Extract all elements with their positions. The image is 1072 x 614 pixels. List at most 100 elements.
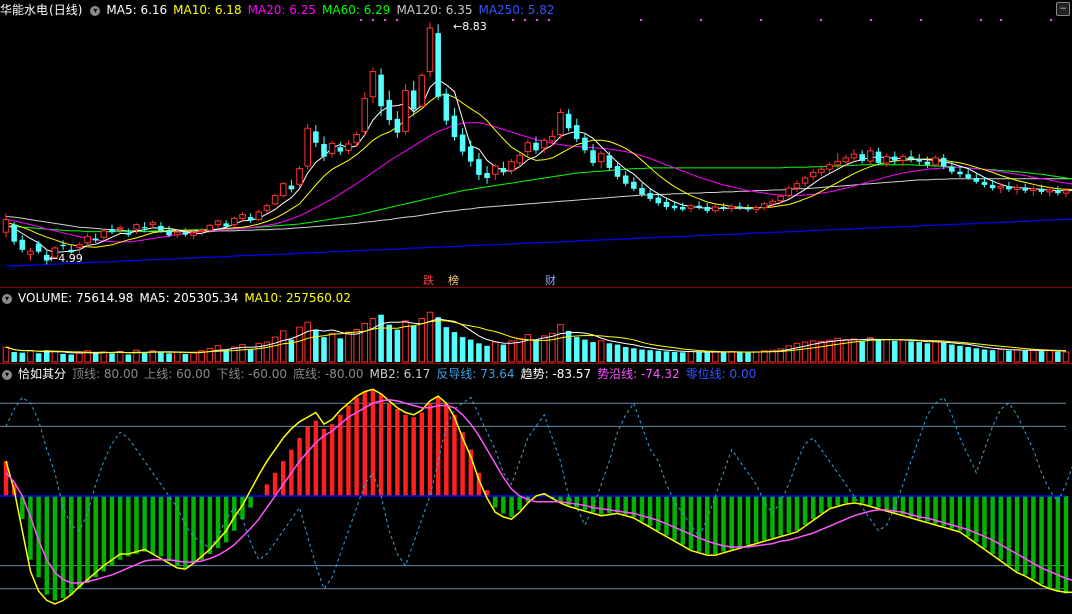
signal-marker — [870, 19, 872, 21]
separator-volume-indicator — [0, 363, 1072, 364]
candle-body — [809, 171, 817, 178]
candle-body — [1062, 190, 1070, 194]
volume-bar — [834, 337, 841, 363]
candle-body — [965, 174, 971, 179]
volume-bar — [687, 350, 695, 363]
volume-bar — [484, 345, 490, 362]
candle-body — [785, 187, 793, 197]
signal-marker — [396, 19, 398, 21]
indicator-name: 恰如其分 — [18, 367, 67, 381]
volume-bar — [1013, 349, 1021, 363]
candle-body — [279, 183, 287, 197]
volume-bar — [720, 352, 727, 362]
volume-bar — [614, 344, 621, 362]
signal-marker — [700, 19, 702, 21]
trend-follow-line — [5, 398, 1072, 584]
candle-body — [369, 71, 377, 98]
candle-body — [940, 157, 947, 167]
candle-body — [60, 244, 66, 247]
candle-body — [949, 166, 955, 172]
candle-body — [378, 74, 384, 107]
volume-bar — [173, 351, 181, 363]
candle-body — [271, 195, 279, 205]
candle-body — [476, 159, 482, 175]
candle-body — [524, 142, 532, 153]
volume-bar — [940, 342, 947, 362]
signal-marker — [1000, 19, 1002, 21]
ma250-line — [5, 218, 1072, 267]
chart-stage[interactable]: 华能水电(日线) ▾ MA5: 6.16 MA10: 6.18 MA20: 6.25 MA… — [0, 0, 1072, 614]
volume-bar — [223, 350, 229, 362]
volume-bar — [989, 350, 996, 362]
candle-body — [1030, 188, 1037, 192]
event-marker-3-text: 财 — [545, 274, 556, 287]
candle-body — [451, 115, 458, 138]
collapse-button[interactable]: − — [1056, 2, 1070, 16]
volume-bar — [418, 317, 426, 363]
candle-body — [337, 147, 344, 152]
candle-body — [141, 227, 148, 229]
candle-body — [737, 206, 743, 209]
volume-bar — [573, 337, 580, 362]
volume-bar — [606, 343, 613, 362]
volume-bar — [663, 351, 670, 362]
candle-body — [288, 185, 295, 190]
candle-body — [1022, 187, 1029, 191]
volume-settings-icon[interactable]: ▾ — [2, 293, 12, 304]
ma120-line — [5, 178, 1072, 233]
settings-icon[interactable]: ▾ — [90, 5, 101, 16]
candle-body — [924, 161, 931, 165]
volume-bar — [565, 330, 572, 362]
volume-bar — [141, 352, 148, 362]
signal-marker — [760, 19, 762, 21]
volume-bar — [35, 353, 42, 362]
volume-bar — [443, 327, 450, 362]
candle-body — [394, 118, 401, 133]
candle-body — [125, 232, 132, 235]
candle-body — [981, 181, 988, 185]
volume-bar — [818, 340, 825, 363]
candle-body — [696, 205, 702, 208]
candle-body — [402, 89, 409, 132]
volume-bar — [639, 349, 645, 362]
candle-body — [590, 150, 596, 163]
candle-body — [687, 205, 695, 209]
volume-bar — [451, 332, 458, 362]
volume-bar — [704, 352, 711, 362]
volume-bar — [214, 345, 222, 363]
candle-body — [973, 178, 980, 182]
stock-chart-svg[interactable] — [0, 0, 1072, 614]
candle-body — [459, 134, 466, 152]
volume-bar — [891, 340, 898, 362]
candle-body — [410, 90, 417, 110]
volume-bar — [728, 351, 735, 363]
candle-body — [491, 165, 499, 175]
candle-body — [899, 156, 907, 161]
volume-bar — [916, 342, 923, 362]
candle-body — [516, 154, 523, 164]
volume-bar — [826, 339, 833, 363]
candle-body — [214, 220, 222, 226]
signal-marker — [512, 19, 514, 21]
candle-body — [247, 217, 254, 221]
reverse-line-label: 反导线: 73.64 — [436, 367, 515, 381]
event-marker-1[interactable]: 跌 — [423, 272, 434, 288]
event-marker-2[interactable]: 榜 — [448, 272, 459, 288]
event-marker-3[interactable]: 财 — [545, 272, 556, 288]
volume-bar — [549, 332, 556, 363]
volume-bar — [11, 352, 17, 362]
candle-body — [76, 244, 83, 248]
candle-body — [1046, 189, 1053, 193]
indicator-settings-icon[interactable]: ▾ — [2, 369, 12, 380]
candle-body — [500, 167, 507, 173]
event-marker-2-text: 榜 — [448, 274, 459, 287]
volume-bar — [2, 346, 10, 363]
candle-body — [818, 168, 825, 173]
candle-body — [793, 183, 801, 189]
indicator-panel-header: ▾ 恰如其分 顶线: 80.00 上线: 60.00 下线: -60.00 底线: -80… — [0, 366, 762, 382]
volume-bar — [647, 350, 653, 362]
candle-body — [704, 207, 711, 211]
volume-bar — [166, 353, 172, 362]
volume-bar — [190, 352, 197, 363]
volume-bar — [965, 347, 971, 362]
